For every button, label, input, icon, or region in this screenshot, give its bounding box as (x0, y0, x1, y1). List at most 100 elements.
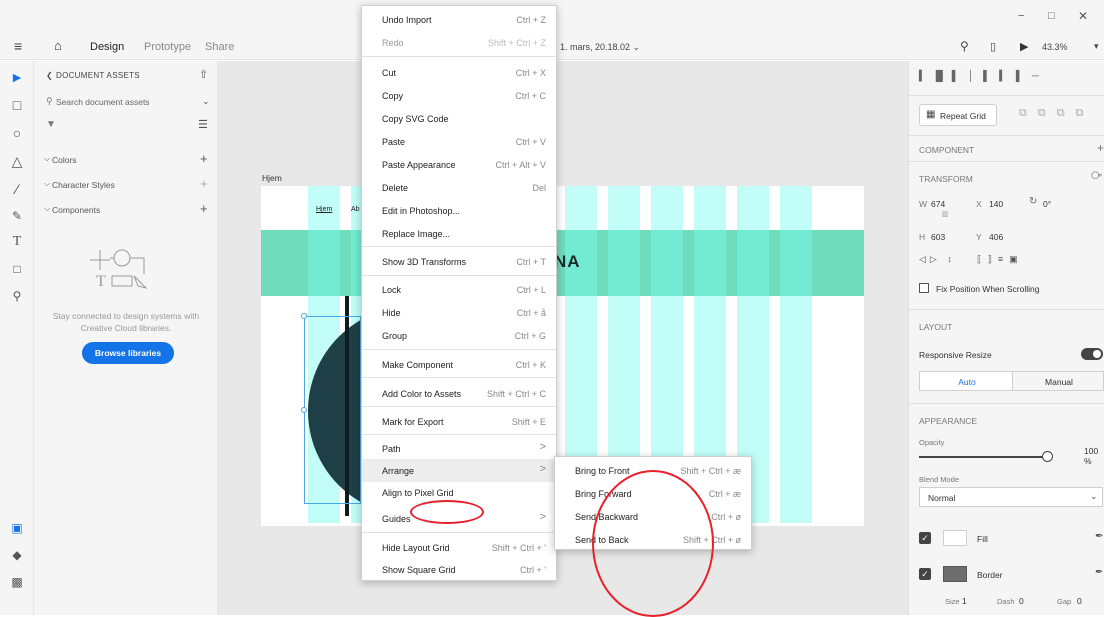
search-field[interactable]: ⚲ Search document assets ⌄ (42, 93, 212, 111)
rectangle-tool-icon[interactable]: □ (8, 96, 26, 114)
nav-link-partial[interactable]: Ab (351, 206, 360, 213)
back-chevron-icon[interactable]: ❮ (46, 71, 53, 80)
menu-item-shortcut: Ctrl + G (514, 331, 546, 341)
line-tool-icon[interactable]: ∕ (8, 180, 26, 198)
browse-libraries-button[interactable]: Browse libraries (82, 342, 174, 364)
search-input[interactable]: Search document assets (56, 97, 150, 107)
width-field[interactable]: 674 (931, 199, 945, 209)
search-dropdown-icon[interactable]: ⌄ (202, 96, 210, 107)
menu-item-replace-image[interactable]: Replace Image... (362, 222, 556, 245)
menu-item-undo-import[interactable]: Undo Import Ctrl + Z (362, 8, 556, 31)
tab-prototype[interactable]: Prototype (144, 41, 191, 53)
3d-transform-icon[interactable]: ⧂ (1091, 170, 1102, 183)
border-gap-field[interactable]: 0 (1077, 596, 1082, 606)
border-size-field[interactable]: 1 (962, 596, 967, 606)
device-preview-icon[interactable]: ▯ (990, 40, 996, 53)
add-component-icon[interactable]: + (1097, 141, 1104, 155)
menu-item-copy[interactable]: Copy Ctrl + C (362, 84, 556, 107)
resize-auto-button[interactable]: Auto (919, 371, 1013, 391)
artboard-tool-icon[interactable]: □ (8, 260, 26, 278)
menu-item-group[interactable]: Group Ctrl + G (362, 324, 556, 347)
menu-item-lock[interactable]: Lock Ctrl + L (362, 278, 556, 301)
menu-item-redo[interactable]: Redo Shift + Ctrl + Z (362, 31, 556, 54)
polygon-tool-icon[interactable]: △ (8, 152, 26, 170)
menu-item-show-3d-transforms[interactable]: Show 3D Transforms Ctrl + T (362, 250, 556, 273)
menu-item-add-color-to-assets[interactable]: Add Color to Assets Shift + Ctrl + C (362, 382, 556, 405)
filter-icon[interactable]: ▼ (46, 119, 56, 130)
menu-item-delete[interactable]: Delete Del (362, 176, 556, 199)
menu-item-path[interactable]: Path > (362, 437, 556, 460)
rotation-field[interactable]: 0° (1043, 199, 1051, 209)
list-view-icon[interactable]: ☰ (198, 118, 208, 131)
resize-handle[interactable] (301, 313, 307, 319)
border-swatch[interactable] (943, 566, 967, 582)
menu-item-cut[interactable]: Cut Ctrl + X (362, 61, 556, 84)
select-tool-icon[interactable]: ► (8, 68, 26, 86)
menu-item-paste-appearance[interactable]: Paste Appearance Ctrl + Alt + V (362, 153, 556, 176)
align-tools[interactable]: ▍█▌│▌▍▌─ (919, 71, 1104, 85)
flip-icons[interactable]: ◁▷ ↕ (919, 254, 956, 265)
close-window-button[interactable]: ✕ (1078, 9, 1088, 23)
text-tool-icon[interactable]: T (8, 233, 26, 251)
border-dash-field[interactable]: 0 (1019, 596, 1024, 606)
menu-item-copy-svg-code[interactable]: Copy SVG Code (362, 107, 556, 130)
menu-item-show-square-grid[interactable]: Show Square Grid Ctrl + ' (362, 558, 556, 581)
responsive-resize-toggle[interactable] (1081, 348, 1103, 360)
home-icon[interactable]: ⌂ (54, 38, 62, 53)
menu-item-paste[interactable]: Paste Ctrl + V (362, 130, 556, 153)
border-checkbox[interactable]: ✓ (919, 568, 931, 580)
fill-swatch[interactable] (943, 530, 967, 546)
repeat-grid-button[interactable]: ▦ Repeat Grid (919, 104, 997, 126)
nav-link-hjem[interactable]: Hjem (316, 206, 332, 213)
resize-handle[interactable] (301, 407, 307, 413)
tab-design[interactable]: Design (90, 41, 124, 53)
y-field[interactable]: 406 (989, 232, 1003, 242)
menu-item-shortcut: Ctrl + Z (516, 15, 546, 25)
menu-item-hide-layout-grid[interactable]: Hide Layout Grid Shift + Ctrl + ' (362, 536, 556, 559)
hamburger-menu-icon[interactable]: ≡ (14, 38, 22, 54)
components-section[interactable]: Components (52, 205, 100, 215)
play-preview-icon[interactable]: ▶ (1020, 40, 1028, 53)
zoom-dropdown-icon[interactable]: ▾ (1094, 41, 1099, 52)
boolean-ops-icons[interactable]: ⧉⧉⧉⧉ (1019, 107, 1094, 120)
export-icon[interactable]: ⇧ (199, 68, 208, 81)
artboard-name[interactable]: Hjem (262, 173, 282, 183)
plugins-panel-icon[interactable]: ▩ (8, 573, 26, 591)
account-icon[interactable]: ⚲ (960, 39, 969, 53)
document-title[interactable]: 1. mars, 20.18.02 ⌄ (560, 42, 640, 53)
eyedropper-icon[interactable]: ✒ (1095, 567, 1103, 578)
height-field[interactable]: 603 (931, 232, 945, 242)
fix-position-checkbox[interactable] (919, 283, 929, 293)
tab-share[interactable]: Share (205, 41, 234, 53)
add-color-button[interactable]: + (200, 151, 208, 166)
menu-item-arrange[interactable]: Arrange > (362, 459, 556, 482)
eyedropper-icon[interactable]: ✒ (1095, 531, 1103, 542)
colors-section[interactable]: Colors (52, 155, 77, 165)
resize-manual-button[interactable]: Manual (1012, 371, 1104, 391)
opacity-slider-knob[interactable] (1042, 451, 1053, 462)
add-component-button[interactable]: + (200, 201, 208, 216)
assets-panel-icon[interactable]: ▣ (8, 519, 26, 537)
opacity-value[interactable]: 100 % (1084, 446, 1104, 466)
layout-header: LAYOUT (919, 322, 953, 332)
x-field[interactable]: 140 (989, 199, 1003, 209)
fit-icons[interactable]: ⟦⟧≡▣ (977, 254, 1024, 265)
fill-checkbox[interactable]: ✓ (919, 532, 931, 544)
menu-item-make-component[interactable]: Make Component Ctrl + K (362, 353, 556, 376)
character-styles-section[interactable]: Character Styles (52, 180, 115, 190)
menu-item-hide[interactable]: Hide Ctrl + å (362, 301, 556, 324)
opacity-slider[interactable] (919, 456, 1044, 458)
menu-item-mark-for-export[interactable]: Mark for Export Shift + E (362, 410, 556, 433)
restore-button[interactable]: □ (1048, 10, 1055, 22)
minimize-button[interactable]: − (1018, 10, 1024, 22)
zoom-tool-icon[interactable]: ⚲ (8, 287, 26, 305)
add-character-style-button[interactable]: + (200, 176, 208, 191)
fix-position-label: Fix Position When Scrolling (936, 284, 1040, 294)
menu-item-edit-in-photoshop[interactable]: Edit in Photoshop... (362, 199, 556, 222)
layers-panel-icon[interactable]: ◆ (8, 546, 26, 564)
zoom-level[interactable]: 43.3% (1042, 42, 1068, 52)
lock-aspect-icon[interactable]: ▥ (942, 210, 949, 218)
blend-mode-select[interactable]: Normal ⌄ (919, 487, 1103, 507)
ellipse-tool-icon[interactable]: ○ (8, 124, 26, 142)
pen-tool-icon[interactable]: ✎ (8, 207, 26, 225)
